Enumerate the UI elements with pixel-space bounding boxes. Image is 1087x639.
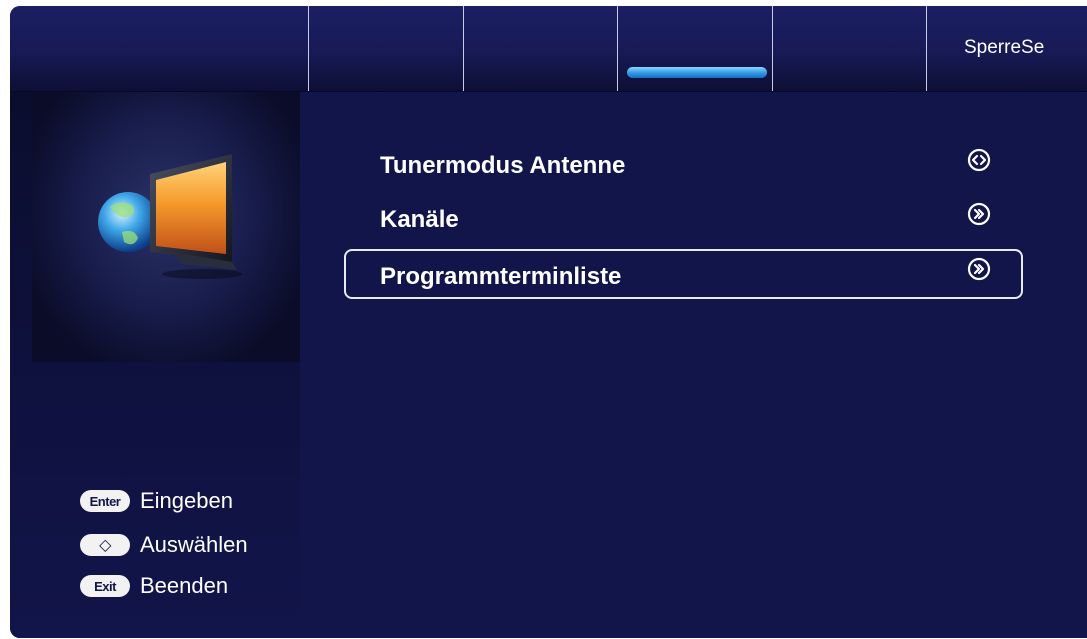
- tab-lock-settings[interactable]: SperreSe: [926, 6, 1087, 91]
- tab-bar: SperreSe: [10, 6, 1087, 92]
- left-panel: Enter Eingeben ◇ Auswählen Exit Beenden: [10, 92, 300, 638]
- tv-globe-icon: [98, 154, 242, 279]
- left-right-arrow-icon: [967, 148, 991, 172]
- tab-4-selected[interactable]: [617, 6, 772, 91]
- menu-item-program-schedule[interactable]: Programmterminliste: [344, 249, 1023, 299]
- main-menu: Tunermodus Antenne Kanäle Programmtermin…: [300, 92, 1087, 638]
- legend-exit: Exit Beenden: [80, 573, 228, 599]
- double-right-arrow-icon: [967, 202, 991, 226]
- menu-item-tuner-mode[interactable]: Tunermodus Antenne: [344, 140, 1023, 190]
- tab-1[interactable]: [10, 6, 308, 91]
- legend-select-text: Auswählen: [140, 532, 248, 557]
- menu-item-channels[interactable]: Kanäle: [344, 194, 1023, 244]
- exit-key-icon: Exit: [80, 575, 130, 597]
- legend-exit-text: Beenden: [140, 573, 229, 598]
- menu-item-label: Kanäle: [380, 206, 459, 233]
- enter-key-icon: Enter: [80, 490, 130, 512]
- double-right-arrow-icon: [967, 257, 991, 281]
- channel-icon-panel: [32, 92, 300, 362]
- tab-2[interactable]: [308, 6, 463, 91]
- legend-enter: Enter Eingeben: [80, 488, 233, 514]
- tv-menu-screen: SperreSe Enter Eingeben ◇ Auswählen Exit…: [10, 6, 1087, 638]
- select-key-icon: ◇: [80, 534, 130, 556]
- tab-label: SperreSe: [964, 37, 1045, 58]
- menu-item-label: Programmterminliste: [380, 263, 622, 290]
- tab-5[interactable]: [772, 6, 926, 91]
- legend-select: ◇ Auswählen: [80, 532, 248, 558]
- menu-item-label: Tunermodus Antenne: [380, 152, 626, 179]
- tab-3[interactable]: [463, 6, 617, 91]
- legend-enter-text: Eingeben: [140, 488, 233, 513]
- tab-selected-indicator: [627, 67, 767, 78]
